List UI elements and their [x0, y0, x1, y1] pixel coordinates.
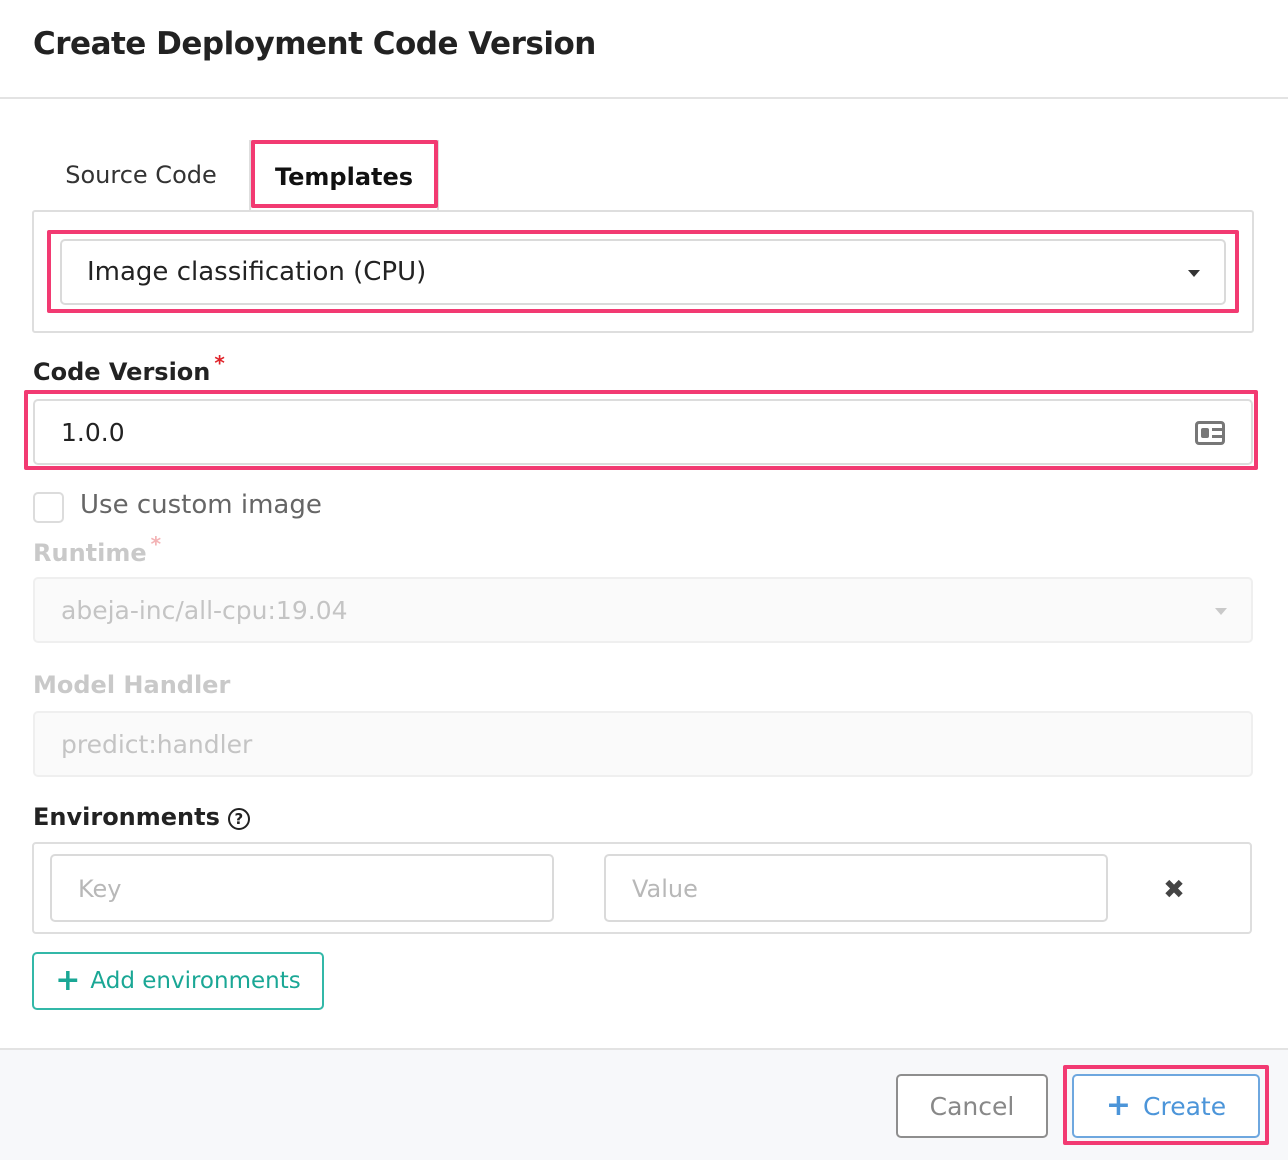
- template-select-value: Image classification (CPU): [87, 257, 427, 287]
- environments-label: Environments?: [33, 803, 250, 831]
- tab-source-code[interactable]: Source Code: [36, 140, 246, 210]
- caret-down-icon: [1188, 270, 1200, 277]
- add-environments-button[interactable]: + Add environments: [32, 952, 324, 1010]
- help-circle-icon[interactable]: ?: [227, 808, 250, 830]
- code-version-label: Code Version *: [33, 351, 225, 386]
- required-mark: *: [150, 532, 162, 556]
- add-environments-label: Add environments: [90, 968, 301, 994]
- env-value-placeholder: Value: [632, 875, 698, 903]
- cancel-button[interactable]: Cancel: [896, 1074, 1048, 1138]
- close-icon[interactable]: ✖: [1160, 876, 1188, 904]
- custom-image-label: Use custom image: [80, 490, 322, 520]
- runtime-value: abeja-inc/all-cpu:19.04: [61, 596, 348, 625]
- runtime-select[interactable]: abeja-inc/all-cpu:19.04: [33, 577, 1253, 643]
- env-key-placeholder: Key: [78, 875, 122, 903]
- custom-image-checkbox[interactable]: [33, 492, 64, 523]
- create-button-label: Create: [1143, 1091, 1227, 1121]
- required-mark: *: [214, 351, 225, 375]
- runtime-label: Runtime *: [33, 532, 162, 567]
- dialog-title: Create Deployment Code Version: [33, 26, 596, 62]
- code-version-input[interactable]: 1.0.0: [33, 399, 1253, 465]
- model-handler-label: Model Handler: [33, 671, 231, 699]
- plus-icon: +: [1105, 1088, 1132, 1123]
- env-value-input[interactable]: Value: [604, 854, 1108, 922]
- create-button[interactable]: + Create: [1072, 1074, 1260, 1138]
- model-handler-value: predict:handler: [61, 730, 253, 759]
- dialog-header: Create Deployment Code Version: [0, 0, 1288, 99]
- template-select[interactable]: Image classification (CPU): [60, 239, 1226, 305]
- contact-card-icon: [1195, 421, 1225, 445]
- tab-templates[interactable]: Templates: [249, 140, 439, 212]
- plus-icon: +: [55, 963, 81, 998]
- code-version-value: 1.0.0: [61, 418, 125, 447]
- caret-down-icon: [1215, 608, 1227, 615]
- env-key-input[interactable]: Key: [50, 854, 554, 922]
- model-handler-input[interactable]: predict:handler: [33, 711, 1253, 777]
